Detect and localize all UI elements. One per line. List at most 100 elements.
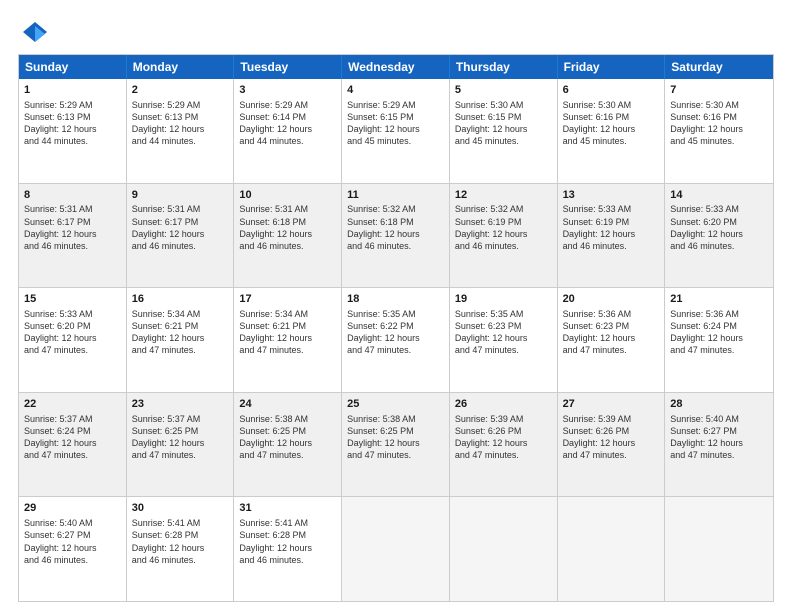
day-info: Sunrise: 5:41 AMSunset: 6:28 PMDaylight:…: [132, 517, 229, 566]
day-info: Sunrise: 5:38 AMSunset: 6:25 PMDaylight:…: [347, 413, 444, 462]
calendar-cell: 2Sunrise: 5:29 AMSunset: 6:13 PMDaylight…: [127, 79, 235, 183]
calendar-header: SundayMondayTuesdayWednesdayThursdayFrid…: [19, 55, 773, 79]
calendar-cell: 8Sunrise: 5:31 AMSunset: 6:17 PMDaylight…: [19, 184, 127, 288]
logo-icon: [21, 18, 49, 46]
calendar-cell: 5Sunrise: 5:30 AMSunset: 6:15 PMDaylight…: [450, 79, 558, 183]
day-number: 13: [563, 188, 660, 203]
calendar-week-2: 8Sunrise: 5:31 AMSunset: 6:17 PMDaylight…: [19, 183, 773, 288]
day-number: 3: [239, 83, 336, 98]
day-info: Sunrise: 5:39 AMSunset: 6:26 PMDaylight:…: [563, 413, 660, 462]
day-number: 24: [239, 397, 336, 412]
day-info: Sunrise: 5:37 AMSunset: 6:24 PMDaylight:…: [24, 413, 121, 462]
day-info: Sunrise: 5:36 AMSunset: 6:24 PMDaylight:…: [670, 308, 768, 357]
day-info: Sunrise: 5:31 AMSunset: 6:17 PMDaylight:…: [24, 203, 121, 252]
day-number: 16: [132, 292, 229, 307]
calendar-cell: 30Sunrise: 5:41 AMSunset: 6:28 PMDayligh…: [127, 497, 235, 601]
calendar-cell: [450, 497, 558, 601]
calendar-cell: 18Sunrise: 5:35 AMSunset: 6:22 PMDayligh…: [342, 288, 450, 392]
header-day-monday: Monday: [127, 55, 235, 79]
day-info: Sunrise: 5:40 AMSunset: 6:27 PMDaylight:…: [670, 413, 768, 462]
header: [18, 18, 774, 44]
day-info: Sunrise: 5:30 AMSunset: 6:16 PMDaylight:…: [670, 99, 768, 148]
calendar-cell: 17Sunrise: 5:34 AMSunset: 6:21 PMDayligh…: [234, 288, 342, 392]
day-number: 1: [24, 83, 121, 98]
day-info: Sunrise: 5:36 AMSunset: 6:23 PMDaylight:…: [563, 308, 660, 357]
calendar-cell: 14Sunrise: 5:33 AMSunset: 6:20 PMDayligh…: [665, 184, 773, 288]
day-info: Sunrise: 5:31 AMSunset: 6:17 PMDaylight:…: [132, 203, 229, 252]
day-info: Sunrise: 5:29 AMSunset: 6:15 PMDaylight:…: [347, 99, 444, 148]
calendar-week-4: 22Sunrise: 5:37 AMSunset: 6:24 PMDayligh…: [19, 392, 773, 497]
day-number: 19: [455, 292, 552, 307]
calendar-week-1: 1Sunrise: 5:29 AMSunset: 6:13 PMDaylight…: [19, 79, 773, 183]
calendar-body: 1Sunrise: 5:29 AMSunset: 6:13 PMDaylight…: [19, 79, 773, 601]
calendar-cell: 24Sunrise: 5:38 AMSunset: 6:25 PMDayligh…: [234, 393, 342, 497]
day-number: 27: [563, 397, 660, 412]
calendar-cell: 23Sunrise: 5:37 AMSunset: 6:25 PMDayligh…: [127, 393, 235, 497]
day-number: 5: [455, 83, 552, 98]
day-info: Sunrise: 5:40 AMSunset: 6:27 PMDaylight:…: [24, 517, 121, 566]
calendar-week-3: 15Sunrise: 5:33 AMSunset: 6:20 PMDayligh…: [19, 287, 773, 392]
day-number: 10: [239, 188, 336, 203]
day-number: 8: [24, 188, 121, 203]
calendar-cell: [342, 497, 450, 601]
calendar-cell: [665, 497, 773, 601]
day-number: 12: [455, 188, 552, 203]
day-info: Sunrise: 5:35 AMSunset: 6:23 PMDaylight:…: [455, 308, 552, 357]
day-info: Sunrise: 5:33 AMSunset: 6:20 PMDaylight:…: [24, 308, 121, 357]
day-number: 17: [239, 292, 336, 307]
day-number: 30: [132, 501, 229, 516]
header-day-sunday: Sunday: [19, 55, 127, 79]
calendar-cell: 3Sunrise: 5:29 AMSunset: 6:14 PMDaylight…: [234, 79, 342, 183]
calendar-cell: 1Sunrise: 5:29 AMSunset: 6:13 PMDaylight…: [19, 79, 127, 183]
header-day-saturday: Saturday: [665, 55, 773, 79]
calendar-cell: 15Sunrise: 5:33 AMSunset: 6:20 PMDayligh…: [19, 288, 127, 392]
day-info: Sunrise: 5:41 AMSunset: 6:28 PMDaylight:…: [239, 517, 336, 566]
calendar-cell: 9Sunrise: 5:31 AMSunset: 6:17 PMDaylight…: [127, 184, 235, 288]
calendar-cell: 13Sunrise: 5:33 AMSunset: 6:19 PMDayligh…: [558, 184, 666, 288]
calendar-cell: 20Sunrise: 5:36 AMSunset: 6:23 PMDayligh…: [558, 288, 666, 392]
calendar-cell: 19Sunrise: 5:35 AMSunset: 6:23 PMDayligh…: [450, 288, 558, 392]
calendar-cell: 10Sunrise: 5:31 AMSunset: 6:18 PMDayligh…: [234, 184, 342, 288]
calendar-cell: 27Sunrise: 5:39 AMSunset: 6:26 PMDayligh…: [558, 393, 666, 497]
day-info: Sunrise: 5:30 AMSunset: 6:16 PMDaylight:…: [563, 99, 660, 148]
day-info: Sunrise: 5:35 AMSunset: 6:22 PMDaylight:…: [347, 308, 444, 357]
header-day-tuesday: Tuesday: [234, 55, 342, 79]
calendar-cell: 11Sunrise: 5:32 AMSunset: 6:18 PMDayligh…: [342, 184, 450, 288]
calendar-cell: [558, 497, 666, 601]
day-info: Sunrise: 5:34 AMSunset: 6:21 PMDaylight:…: [132, 308, 229, 357]
calendar-cell: 29Sunrise: 5:40 AMSunset: 6:27 PMDayligh…: [19, 497, 127, 601]
day-info: Sunrise: 5:30 AMSunset: 6:15 PMDaylight:…: [455, 99, 552, 148]
calendar-cell: 7Sunrise: 5:30 AMSunset: 6:16 PMDaylight…: [665, 79, 773, 183]
header-day-friday: Friday: [558, 55, 666, 79]
day-number: 15: [24, 292, 121, 307]
calendar-cell: 31Sunrise: 5:41 AMSunset: 6:28 PMDayligh…: [234, 497, 342, 601]
day-number: 28: [670, 397, 768, 412]
day-number: 7: [670, 83, 768, 98]
day-number: 18: [347, 292, 444, 307]
day-number: 23: [132, 397, 229, 412]
day-number: 25: [347, 397, 444, 412]
calendar-cell: 6Sunrise: 5:30 AMSunset: 6:16 PMDaylight…: [558, 79, 666, 183]
day-info: Sunrise: 5:31 AMSunset: 6:18 PMDaylight:…: [239, 203, 336, 252]
day-number: 2: [132, 83, 229, 98]
day-number: 31: [239, 501, 336, 516]
header-day-wednesday: Wednesday: [342, 55, 450, 79]
day-info: Sunrise: 5:39 AMSunset: 6:26 PMDaylight:…: [455, 413, 552, 462]
day-number: 22: [24, 397, 121, 412]
calendar-cell: 22Sunrise: 5:37 AMSunset: 6:24 PMDayligh…: [19, 393, 127, 497]
calendar-cell: 25Sunrise: 5:38 AMSunset: 6:25 PMDayligh…: [342, 393, 450, 497]
logo: [18, 18, 49, 44]
day-number: 11: [347, 188, 444, 203]
day-info: Sunrise: 5:37 AMSunset: 6:25 PMDaylight:…: [132, 413, 229, 462]
day-number: 26: [455, 397, 552, 412]
calendar-week-5: 29Sunrise: 5:40 AMSunset: 6:27 PMDayligh…: [19, 496, 773, 601]
day-number: 20: [563, 292, 660, 307]
day-number: 6: [563, 83, 660, 98]
day-info: Sunrise: 5:29 AMSunset: 6:14 PMDaylight:…: [239, 99, 336, 148]
day-info: Sunrise: 5:29 AMSunset: 6:13 PMDaylight:…: [24, 99, 121, 148]
header-day-thursday: Thursday: [450, 55, 558, 79]
day-info: Sunrise: 5:32 AMSunset: 6:19 PMDaylight:…: [455, 203, 552, 252]
calendar-cell: 4Sunrise: 5:29 AMSunset: 6:15 PMDaylight…: [342, 79, 450, 183]
calendar-cell: 26Sunrise: 5:39 AMSunset: 6:26 PMDayligh…: [450, 393, 558, 497]
day-number: 4: [347, 83, 444, 98]
